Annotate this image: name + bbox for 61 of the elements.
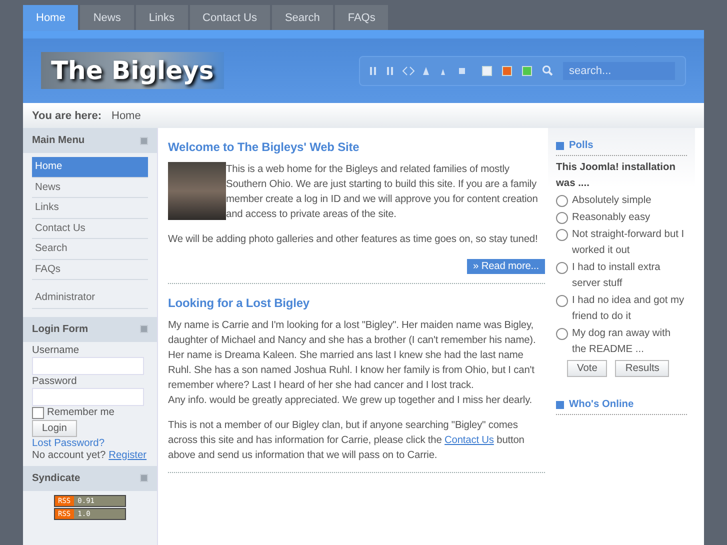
nav-tab[interactable]: Links [136, 5, 188, 30]
module-title: Who's Online [569, 399, 634, 410]
poll-radio[interactable] [556, 328, 568, 340]
read-more-button[interactable]: » Read more... [467, 259, 545, 274]
article-text: This is not a member of our Bigley clan, but if anyone searching "Bigley" comes across this site and has information for Carrie, please click the Contact Us button above and send us information that we will pass on to Carrie. [168, 419, 526, 463]
login-button[interactable]: Login [32, 420, 77, 436]
color-swatch[interactable] [522, 66, 532, 76]
field-label: Password [32, 376, 77, 386]
checkbox-label: Remember me [47, 407, 114, 418]
module-icon [556, 400, 564, 408]
nav-tab[interactable]: Search [272, 5, 333, 30]
menu-item[interactable]: FAQs [32, 260, 148, 280]
poll-option: Not straight-forward but I worked it out [572, 227, 687, 259]
poll-option: I had no idea and got my friend to do it [572, 293, 687, 325]
nav-tab[interactable]: Home [23, 5, 78, 31]
poll-option: Reasonably easy [572, 210, 650, 226]
poll-radio[interactable] [556, 229, 568, 241]
menu-item[interactable]: Contact Us [32, 218, 148, 239]
menu-item[interactable]: Search [32, 239, 148, 260]
poll-question: This Joomla! installation was .... [556, 161, 676, 191]
lost-password-link[interactable]: Lost Password? [32, 438, 104, 448]
poll-radio[interactable] [556, 262, 568, 274]
color-swatch[interactable] [502, 66, 512, 76]
remember-checkbox[interactable] [32, 406, 44, 418]
breadcrumb-label: You are here: [32, 110, 102, 122]
field-label: Username [32, 344, 79, 356]
menu-item[interactable]: Home [32, 157, 148, 178]
poll-radio[interactable] [556, 295, 568, 307]
vote-button[interactable]: Vote [567, 360, 608, 377]
poll-radio[interactable] [556, 195, 568, 207]
no-account-text: No account yet? [32, 450, 106, 460]
poll-option: My dog ran away with the README ... [572, 326, 687, 358]
password-field[interactable] [32, 388, 144, 406]
module-title: Syndicate [32, 472, 80, 484]
breadcrumb-current: Home [112, 110, 141, 122]
username-field[interactable] [32, 356, 144, 374]
article-text: My name is Carrie and I'm looking for a lost "Bigley". Her maiden name was Bigley, daughter of Michael and Nancy and she has a brother (I can't remember his name). Her name is Dreama Kaleen. She married ans last I knew she had the last name Ruhl. She has a son named Joshua Ruhl. I know her family is from Ohio, but I can't remember where? Last I heard of her she had cancer and I lost track. Any info. would be greatly appreciated. We grew up together and I miss her dearly. [168, 319, 537, 408]
module-title: Main Menu [32, 135, 85, 146]
article-text: We will be adding photo galleries and other features as time goes on, so stay tuned! [168, 233, 539, 247]
contact-link[interactable]: Contact Us [444, 435, 494, 446]
nav-tab[interactable]: News [80, 5, 134, 30]
article-title[interactable]: Looking for a Lost Bigley [168, 296, 545, 310]
search-field[interactable]: search... [563, 62, 675, 80]
article-text: This is a web home for the Bigleys and related families of mostly Southern Ohio. We are just starting to build this site. If you are a family member create a log in ID and we will approve you for content creation and access to private areas of the site. [226, 163, 539, 222]
nav-tab[interactable]: Contact Us [190, 5, 270, 30]
search-icon [542, 65, 553, 76]
module-icon [556, 142, 564, 150]
site-logo: The Bigleys [41, 52, 224, 89]
menu-item[interactable]: News [32, 178, 148, 198]
menu-item[interactable]: Administrator [32, 288, 148, 308]
results-button[interactable]: Results [615, 360, 670, 377]
module-title: Polls [569, 140, 594, 151]
poll-option: Absolutely simple [572, 193, 652, 209]
register-link[interactable]: Register [108, 450, 147, 460]
color-swatch[interactable] [482, 66, 492, 76]
poll-option: I had to install extra server stuff [572, 260, 687, 292]
menu-item[interactable]: Links [32, 198, 148, 218]
nav-tab[interactable]: FAQs [334, 5, 388, 30]
module-title: Login Form [32, 324, 88, 334]
poll-radio[interactable] [556, 212, 568, 224]
article-title[interactable]: Welcome to The Bigleys' Web Site [168, 140, 545, 154]
